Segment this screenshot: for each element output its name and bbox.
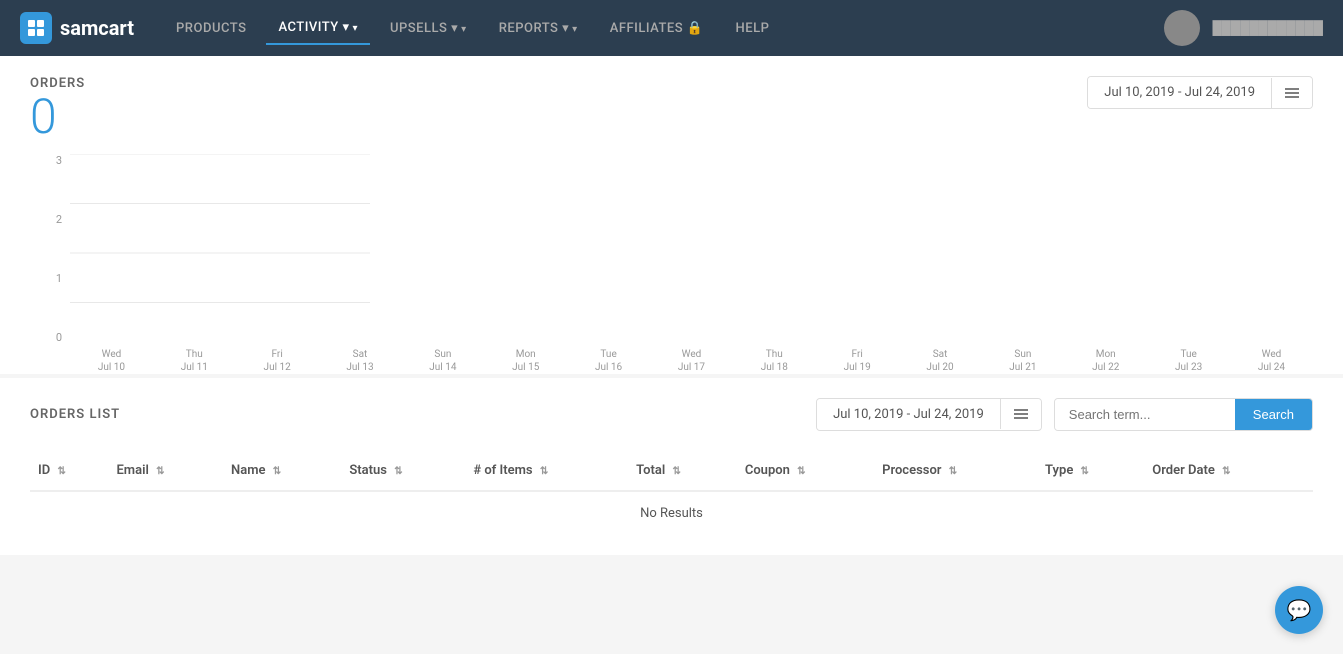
y-label-1: 1 — [30, 272, 70, 285]
brand-icon — [20, 12, 52, 44]
x-label-8: ThuJul 18 — [733, 344, 816, 374]
chat-icon: 💬 — [1287, 598, 1312, 622]
x-label-9: FriJul 19 — [816, 344, 899, 374]
nav-items: PRODUCTS ACTIVITY ▾ UPSELLS ▾ REPORTS ▾ … — [164, 12, 1164, 45]
x-label-10: SatJul 20 — [899, 344, 982, 374]
table-body: No Results — [30, 491, 1313, 535]
list-date-range[interactable]: Jul 10, 2019 - Jul 24, 2019 — [816, 398, 1042, 431]
col-status[interactable]: Status ⇅ — [341, 451, 465, 491]
y-label-2: 2 — [30, 213, 70, 226]
orders-date-icon-btn[interactable] — [1271, 78, 1312, 108]
col-order-date[interactable]: Order Date ⇅ — [1144, 451, 1313, 491]
table-header: ID ⇅ Email ⇅ Name ⇅ Status ⇅ # of Items … — [30, 451, 1313, 491]
col-processor[interactable]: Processor ⇅ — [874, 451, 1037, 491]
list-controls: Jul 10, 2019 - Jul 24, 2019 Search — [816, 398, 1313, 431]
x-label-14: WedJul 24 — [1230, 344, 1313, 374]
nav-user-text: ████████████ — [1212, 20, 1323, 36]
nav-products[interactable]: PRODUCTS — [164, 13, 258, 44]
sort-processor: ⇅ — [949, 466, 957, 477]
col-type[interactable]: Type ⇅ — [1037, 451, 1144, 491]
col-total[interactable]: Total ⇅ — [628, 451, 737, 491]
orders-header: ORDERS 0 Jul 10, 2019 - Jul 24, 2019 — [30, 76, 1313, 144]
sort-order-date: ⇅ — [1222, 466, 1230, 477]
col-name[interactable]: Name ⇅ — [223, 451, 341, 491]
chart-area: 3 2 1 0 WedJul 10 ThuJul 11 FriJul 12 Sa… — [30, 154, 1313, 374]
x-label-13: TueJul 23 — [1147, 344, 1230, 374]
orders-count: 0 — [30, 91, 85, 144]
orders-date-range[interactable]: Jul 10, 2019 - Jul 24, 2019 — [1087, 76, 1313, 109]
x-label-2: FriJul 12 — [236, 344, 319, 374]
x-label-12: MonJul 22 — [1064, 344, 1147, 374]
sort-type: ⇅ — [1081, 466, 1089, 477]
nav-help[interactable]: HELP — [724, 13, 782, 44]
y-label-0: 0 — [30, 331, 70, 344]
sort-coupon: ⇅ — [797, 466, 805, 477]
orders-table: ID ⇅ Email ⇅ Name ⇅ Status ⇅ # of Items … — [30, 451, 1313, 535]
col-coupon[interactable]: Coupon ⇅ — [737, 451, 874, 491]
chart-svg — [70, 154, 370, 304]
brand-logo[interactable]: samcart — [20, 12, 134, 44]
search-input[interactable] — [1055, 399, 1235, 430]
sort-total: ⇅ — [672, 466, 680, 477]
nav-upsells[interactable]: UPSELLS ▾ — [378, 13, 479, 44]
brand-name: samcart — [60, 16, 134, 40]
orders-section: ORDERS 0 Jul 10, 2019 - Jul 24, 2019 3 2… — [0, 56, 1343, 374]
no-results-cell: No Results — [30, 491, 1313, 535]
sort-items: ⇅ — [540, 466, 548, 477]
col-email[interactable]: Email ⇅ — [108, 451, 223, 491]
x-label-11: SunJul 21 — [981, 344, 1064, 374]
orders-list-section: ORDERS LIST Jul 10, 2019 - Jul 24, 2019 … — [0, 378, 1343, 555]
chart-x-labels: WedJul 10 ThuJul 11 FriJul 12 SatJul 13 … — [70, 344, 1313, 374]
orders-left: ORDERS 0 — [30, 76, 85, 144]
y-label-3: 3 — [30, 154, 70, 167]
sort-email: ⇅ — [156, 466, 164, 477]
no-results-row: No Results — [30, 491, 1313, 535]
sort-id: ⇅ — [57, 466, 65, 477]
col-items[interactable]: # of Items ⇅ — [465, 451, 628, 491]
sort-status: ⇅ — [394, 466, 402, 477]
search-button[interactable]: Search — [1235, 399, 1312, 430]
chart-y-labels: 3 2 1 0 — [30, 154, 70, 344]
nav-affiliates[interactable]: AFFILIATES 🔒 — [598, 13, 716, 44]
x-label-3: SatJul 13 — [319, 344, 402, 374]
list-date-icon-btn[interactable] — [1000, 399, 1041, 429]
nav-activity[interactable]: ACTIVITY ▾ — [266, 12, 370, 45]
x-label-1: ThuJul 11 — [153, 344, 236, 374]
x-label-5: MonJul 15 — [484, 344, 567, 374]
x-label-0: WedJul 10 — [70, 344, 153, 374]
avatar[interactable] — [1164, 10, 1200, 46]
navbar: samcart PRODUCTS ACTIVITY ▾ UPSELLS ▾ RE… — [0, 0, 1343, 56]
x-label-7: WedJul 17 — [650, 344, 733, 374]
nav-reports[interactable]: REPORTS ▾ — [487, 13, 590, 44]
nav-right: ████████████ — [1164, 10, 1323, 46]
orders-list-header: ORDERS LIST Jul 10, 2019 - Jul 24, 2019 … — [30, 398, 1313, 431]
sort-name: ⇅ — [273, 466, 281, 477]
chat-bubble[interactable]: 💬 — [1275, 586, 1323, 634]
orders-list-title: ORDERS LIST — [30, 407, 120, 422]
x-label-6: TueJul 16 — [567, 344, 650, 374]
col-id[interactable]: ID ⇅ — [30, 451, 108, 491]
search-area: Search — [1054, 398, 1313, 431]
list-date-text[interactable]: Jul 10, 2019 - Jul 24, 2019 — [817, 399, 1000, 430]
x-label-4: SunJul 14 — [401, 344, 484, 374]
orders-date-text[interactable]: Jul 10, 2019 - Jul 24, 2019 — [1088, 77, 1271, 108]
